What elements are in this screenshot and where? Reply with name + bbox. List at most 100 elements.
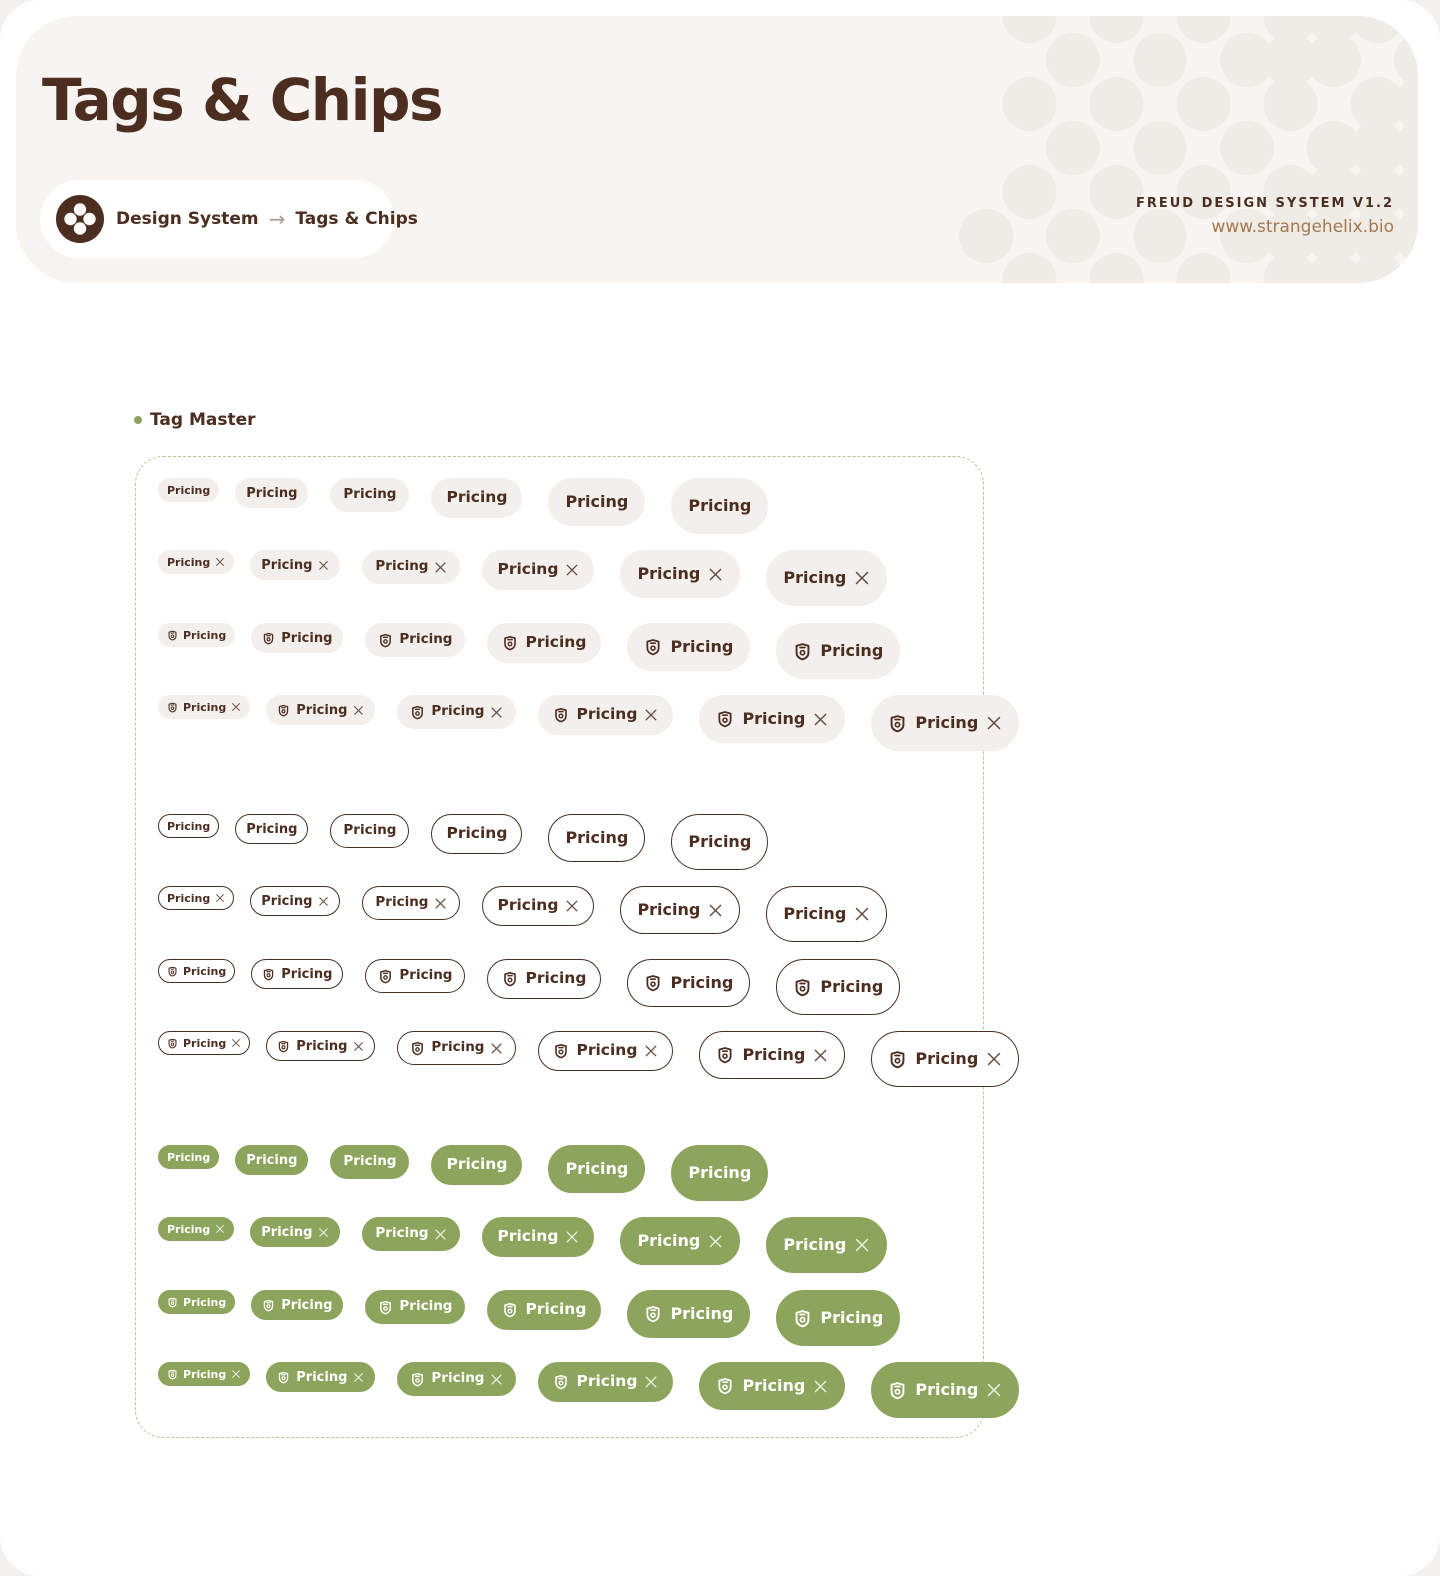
close-icon[interactable] [565, 563, 579, 577]
tag-filled-sm[interactable]: Pricing [251, 1290, 344, 1320]
close-icon[interactable] [565, 899, 579, 913]
close-icon[interactable] [986, 715, 1002, 731]
tag-outline-sm[interactable]: Pricing [250, 886, 341, 916]
close-icon[interactable] [854, 906, 870, 922]
close-icon[interactable] [854, 570, 870, 586]
tag-outline-sm[interactable]: Pricing [251, 959, 344, 989]
close-icon[interactable] [231, 1038, 241, 1048]
close-icon[interactable] [353, 705, 364, 716]
tag-filled-2xl[interactable]: Pricing [671, 1145, 769, 1201]
tag-soft-xl[interactable]: Pricing [548, 478, 646, 526]
close-icon[interactable] [490, 1373, 503, 1386]
tag-filled-sm[interactable]: Pricing [235, 1145, 309, 1175]
tag-outline-xl[interactable]: Pricing [620, 886, 741, 934]
close-icon[interactable] [318, 560, 329, 571]
close-icon[interactable] [813, 1379, 828, 1394]
tag-filled-xs[interactable]: Pricing [158, 1145, 220, 1169]
tag-soft-2xl[interactable]: Pricing [776, 623, 901, 679]
close-icon[interactable] [353, 1372, 364, 1383]
tag-outline-xl[interactable]: Pricing [627, 959, 751, 1007]
tag-outline-2xl[interactable]: Pricing [671, 814, 769, 870]
tag-soft-xs[interactable]: Pricing [158, 623, 236, 647]
website-link[interactable]: www.strangehelix.bio [1136, 217, 1394, 237]
tag-outline-lg[interactable]: Pricing [487, 959, 602, 999]
tag-soft-lg[interactable]: Pricing [538, 695, 674, 735]
tag-filled-lg[interactable]: Pricing [538, 1362, 674, 1402]
close-icon[interactable] [490, 1042, 503, 1055]
tag-filled-md[interactable]: Pricing [397, 1362, 517, 1396]
tag-filled-lg[interactable]: Pricing [482, 1217, 595, 1257]
close-icon[interactable] [986, 1051, 1002, 1067]
close-icon[interactable] [986, 1382, 1002, 1398]
tag-outline-2xl[interactable]: Pricing [776, 959, 901, 1015]
tag-outline-sm[interactable]: Pricing [235, 814, 309, 844]
close-icon[interactable] [854, 1237, 870, 1253]
tag-soft-md[interactable]: Pricing [397, 695, 517, 729]
tag-soft-xl[interactable]: Pricing [627, 623, 751, 671]
close-icon[interactable] [434, 1228, 447, 1241]
tag-outline-lg[interactable]: Pricing [431, 814, 523, 854]
tag-filled-lg[interactable]: Pricing [487, 1290, 602, 1330]
tag-filled-xl[interactable]: Pricing [627, 1290, 751, 1338]
tag-soft-sm[interactable]: Pricing [251, 623, 344, 653]
tag-outline-xs[interactable]: Pricing [158, 1031, 251, 1055]
tag-outline-sm[interactable]: Pricing [266, 1031, 376, 1061]
close-icon[interactable] [434, 897, 447, 910]
tag-filled-xs[interactable]: Pricing [158, 1290, 236, 1314]
tag-filled-2xl[interactable]: Pricing [871, 1362, 1020, 1418]
tag-filled-xl[interactable]: Pricing [699, 1362, 846, 1410]
close-icon[interactable] [231, 1369, 241, 1379]
tag-outline-xs[interactable]: Pricing [158, 886, 235, 910]
tag-outline-md[interactable]: Pricing [330, 814, 410, 848]
tag-outline-2xl[interactable]: Pricing [766, 886, 888, 942]
tag-soft-md[interactable]: Pricing [330, 478, 410, 512]
tag-soft-lg[interactable]: Pricing [482, 550, 595, 590]
tag-outline-lg[interactable]: Pricing [538, 1031, 674, 1071]
close-icon[interactable] [215, 557, 225, 567]
close-icon[interactable] [644, 708, 658, 722]
tag-soft-sm[interactable]: Pricing [250, 550, 341, 580]
close-icon[interactable] [565, 1230, 579, 1244]
tag-soft-lg[interactable]: Pricing [487, 623, 602, 663]
tag-outline-md[interactable]: Pricing [362, 886, 461, 920]
close-icon[interactable] [231, 702, 241, 712]
close-icon[interactable] [318, 1227, 329, 1238]
tag-soft-sm[interactable]: Pricing [235, 478, 309, 508]
tag-outline-xl[interactable]: Pricing [548, 814, 646, 862]
tag-outline-2xl[interactable]: Pricing [871, 1031, 1020, 1087]
tag-filled-2xl[interactable]: Pricing [776, 1290, 901, 1346]
breadcrumb-root-link[interactable]: Design System [116, 209, 259, 229]
tag-soft-2xl[interactable]: Pricing [671, 478, 769, 534]
tag-soft-xs[interactable]: Pricing [158, 550, 235, 574]
close-icon[interactable] [353, 1041, 364, 1052]
tag-filled-sm[interactable]: Pricing [250, 1217, 341, 1247]
tag-filled-sm[interactable]: Pricing [266, 1362, 376, 1392]
tag-outline-xl[interactable]: Pricing [699, 1031, 846, 1079]
tag-filled-xs[interactable]: Pricing [158, 1217, 235, 1241]
close-icon[interactable] [215, 1224, 225, 1234]
tag-outline-xs[interactable]: Pricing [158, 814, 220, 838]
tag-soft-2xl[interactable]: Pricing [871, 695, 1020, 751]
tag-filled-md[interactable]: Pricing [330, 1145, 410, 1179]
tag-soft-xs[interactable]: Pricing [158, 695, 251, 719]
tag-soft-xl[interactable]: Pricing [699, 695, 846, 743]
close-icon[interactable] [813, 712, 828, 727]
tag-filled-lg[interactable]: Pricing [431, 1145, 523, 1185]
tag-soft-xs[interactable]: Pricing [158, 478, 220, 502]
close-icon[interactable] [708, 567, 723, 582]
tag-soft-md[interactable]: Pricing [362, 550, 461, 584]
close-icon[interactable] [708, 903, 723, 918]
tag-soft-2xl[interactable]: Pricing [766, 550, 888, 606]
tag-soft-md[interactable]: Pricing [365, 623, 466, 657]
tag-filled-md[interactable]: Pricing [362, 1217, 461, 1251]
tag-outline-xs[interactable]: Pricing [158, 959, 236, 983]
tag-outline-lg[interactable]: Pricing [482, 886, 595, 926]
tag-outline-md[interactable]: Pricing [397, 1031, 517, 1065]
close-icon[interactable] [644, 1375, 658, 1389]
tag-filled-md[interactable]: Pricing [365, 1290, 466, 1324]
tag-filled-xs[interactable]: Pricing [158, 1362, 251, 1386]
close-icon[interactable] [813, 1048, 828, 1063]
tag-filled-xl[interactable]: Pricing [620, 1217, 741, 1265]
close-icon[interactable] [318, 896, 329, 907]
close-icon[interactable] [644, 1044, 658, 1058]
